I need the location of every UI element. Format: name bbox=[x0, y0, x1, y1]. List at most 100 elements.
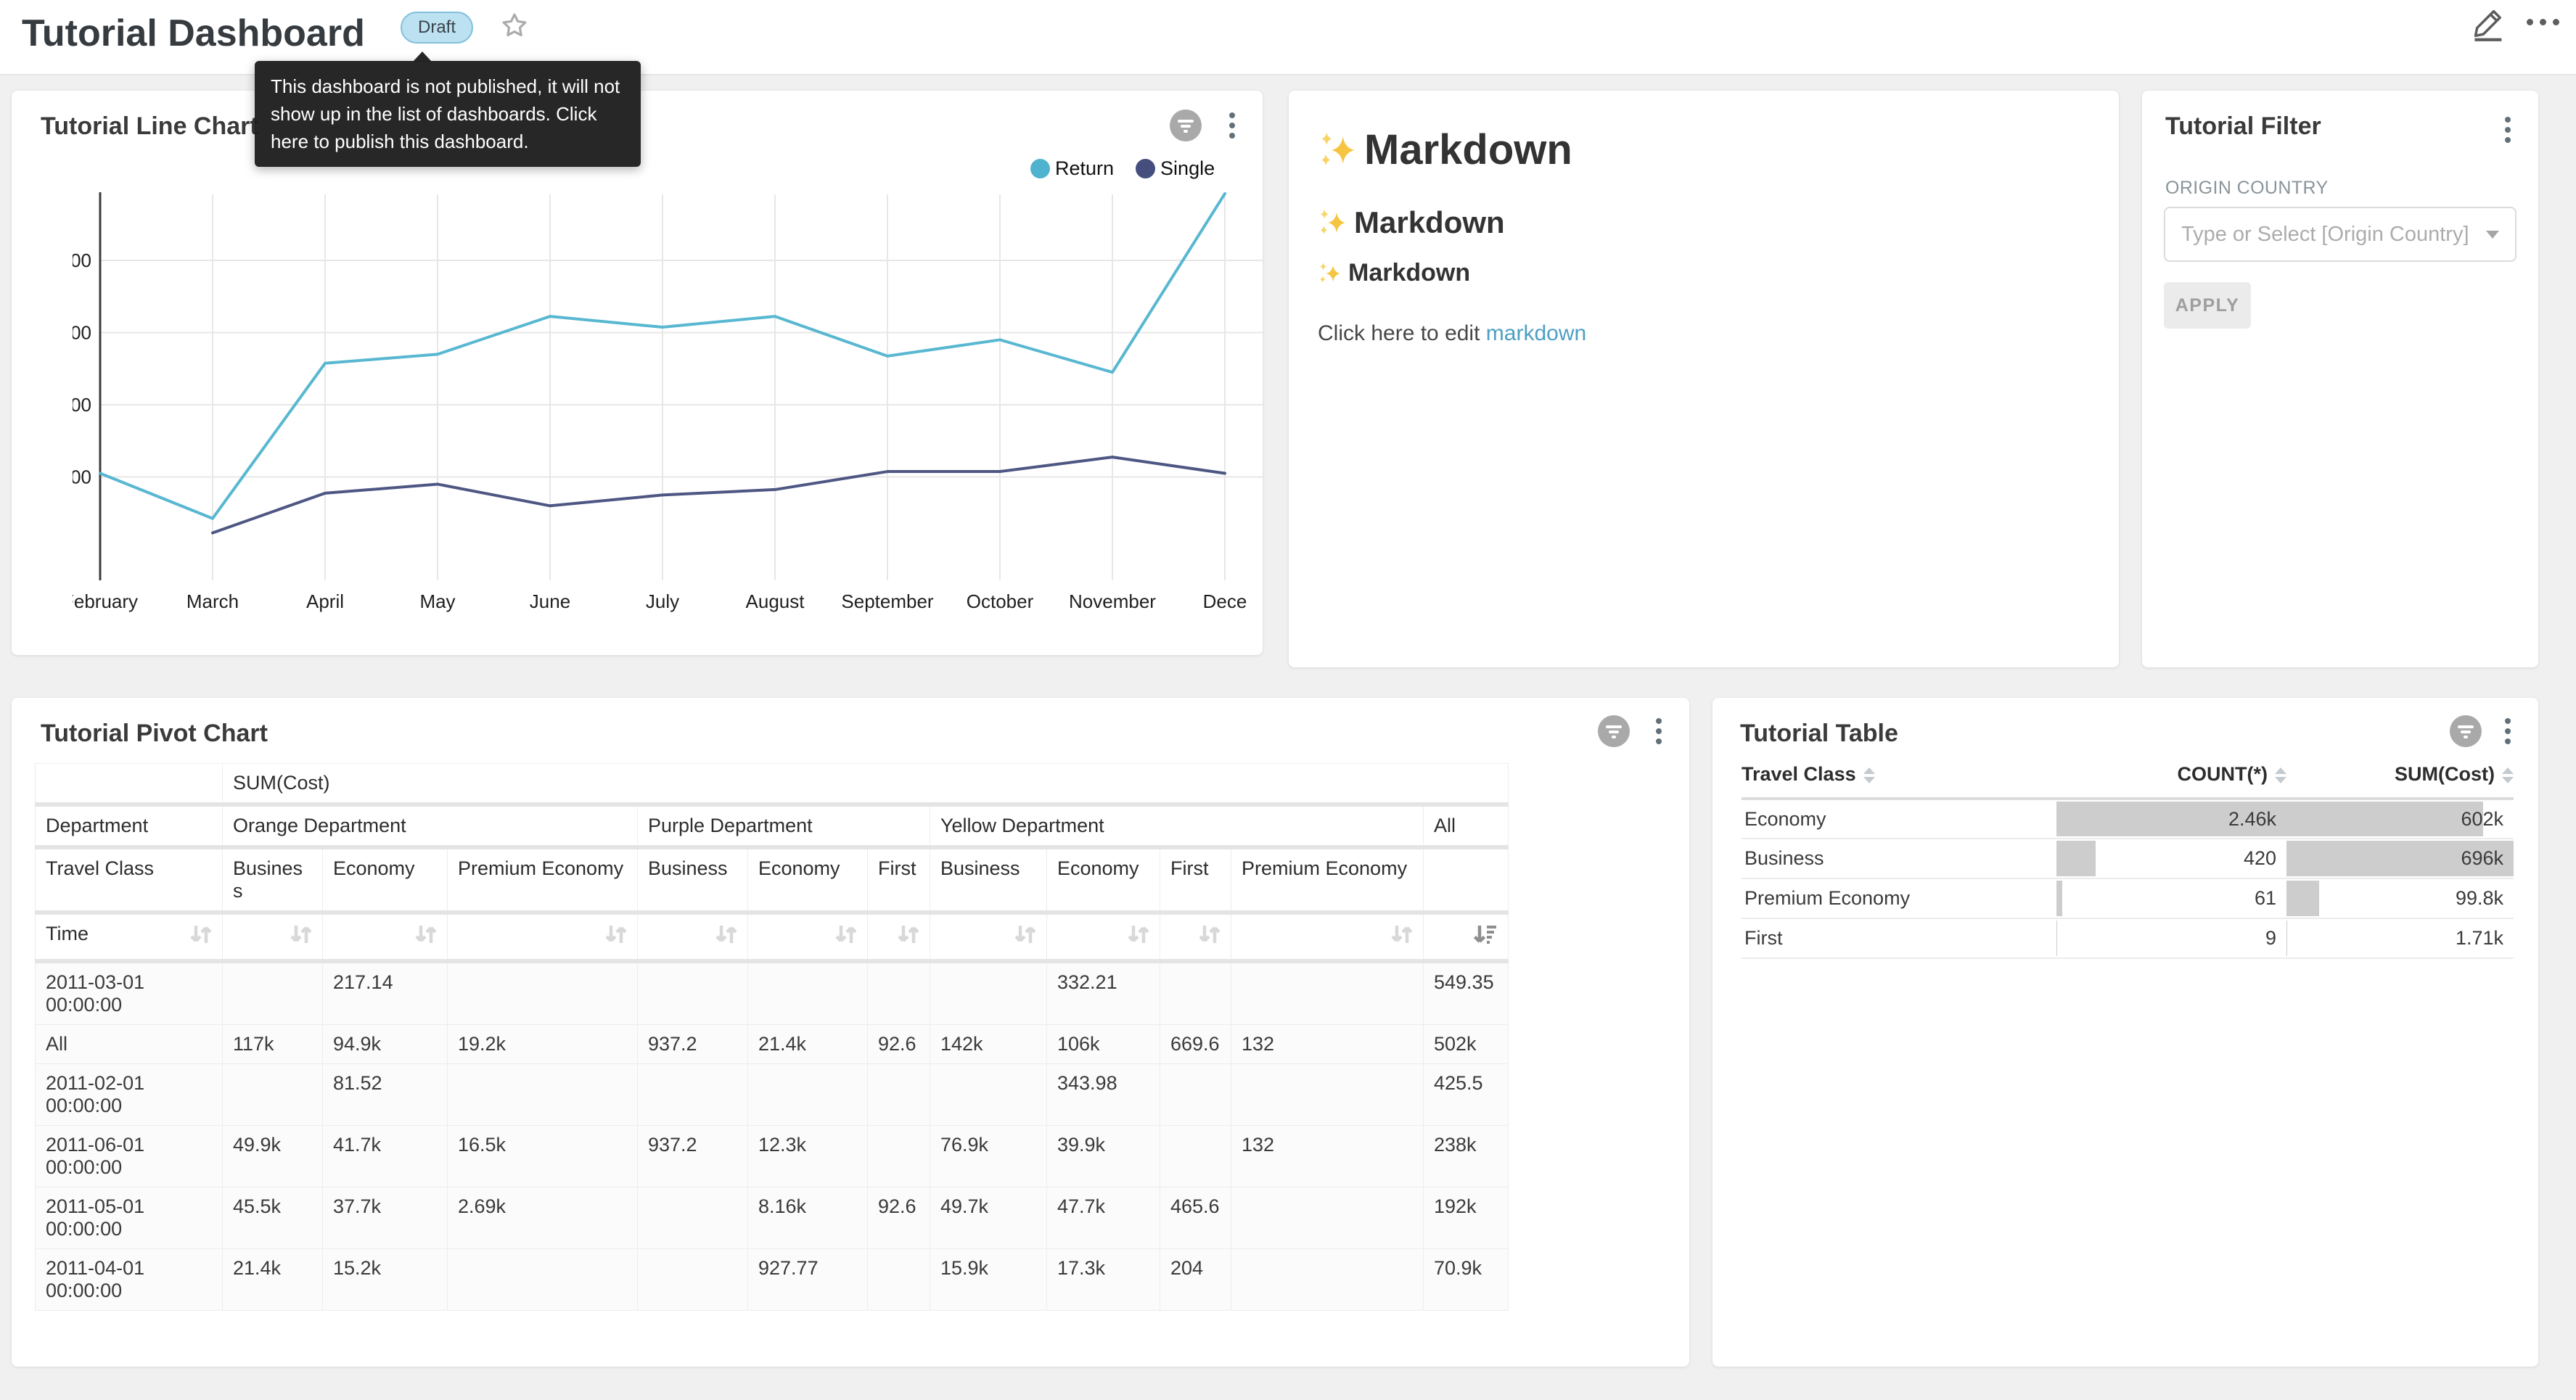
pivot-cell bbox=[1160, 1126, 1231, 1187]
pivot-sort-cell[interactable] bbox=[223, 913, 323, 961]
pivot-sort-cell[interactable] bbox=[638, 913, 748, 961]
pivot-cell bbox=[1231, 961, 1424, 1025]
markdown-heading-3: Markdown bbox=[1318, 259, 1470, 287]
edit-dashboard-icon[interactable] bbox=[2472, 6, 2506, 42]
kebab-menu-icon[interactable] bbox=[1653, 715, 1665, 747]
pivot-row-label: 2011-02-01 00:00:00 bbox=[36, 1064, 223, 1126]
pivot-cell bbox=[868, 1064, 930, 1126]
pivot-row-label: 2011-04-01 00:00:00 bbox=[36, 1249, 223, 1311]
pivot-sort-cell[interactable] bbox=[1424, 913, 1509, 961]
pivot-cell: 132 bbox=[1231, 1126, 1424, 1187]
pivot-sort-cell[interactable] bbox=[1047, 913, 1160, 961]
table-row[interactable]: First91.71k bbox=[1742, 918, 2514, 958]
pivot-sort-cell[interactable] bbox=[748, 913, 868, 961]
legend-item-return[interactable]: Return bbox=[1030, 157, 1114, 180]
pivot-row-label: All bbox=[36, 1025, 223, 1064]
pivot-row-label: 2011-06-01 00:00:00 bbox=[36, 1126, 223, 1187]
pivot-cell: 37.7k bbox=[323, 1187, 448, 1249]
pivot-cell: 132 bbox=[1231, 1025, 1424, 1064]
markdown-card: Markdown Markdown Markdown Click here to… bbox=[1289, 91, 2119, 667]
kebab-menu-icon[interactable] bbox=[1226, 110, 1238, 141]
pivot-cell: 425.5 bbox=[1424, 1064, 1509, 1126]
pivot-col-dim-label: Travel Class bbox=[36, 847, 223, 913]
cross-filter-icon[interactable] bbox=[1598, 715, 1630, 747]
origin-country-select[interactable]: Type or Select [Origin Country] bbox=[2164, 207, 2516, 262]
count-cell: 61 bbox=[2056, 878, 2286, 918]
pivot-cell: 92.6 bbox=[868, 1025, 930, 1064]
pivot-column-header: Business bbox=[930, 847, 1047, 913]
pivot-cell bbox=[868, 1249, 930, 1311]
pivot-row: 2011-03-01 00:00:00217.14332.21549.35 bbox=[36, 961, 1509, 1025]
pivot-group-header: Yellow Department bbox=[930, 804, 1424, 847]
markdown-heading-1: Markdown bbox=[1318, 125, 1572, 174]
pivot-column-header: First bbox=[1160, 847, 1231, 913]
pivot-cell bbox=[748, 1064, 868, 1126]
pivot-cell: 41.7k bbox=[323, 1126, 448, 1187]
pivot-cell: 19.2k bbox=[448, 1025, 638, 1064]
column-header[interactable]: SUM(Cost) bbox=[2286, 759, 2514, 799]
pivot-cell bbox=[1231, 1187, 1424, 1249]
pivot-column-header: Economy bbox=[1047, 847, 1160, 913]
pivot-cell: 92.6 bbox=[868, 1187, 930, 1249]
column-header[interactable]: COUNT(*) bbox=[2056, 759, 2286, 799]
favorite-star-icon[interactable] bbox=[501, 12, 528, 39]
kebab-menu-icon[interactable] bbox=[2502, 715, 2514, 747]
travel-class-cell: Economy bbox=[1742, 799, 2056, 839]
pivot-table: SUM(Cost)DepartmentOrange DepartmentPurp… bbox=[35, 763, 1509, 1311]
sparkles-icon bbox=[1318, 261, 1342, 286]
pivot-sort-cell[interactable] bbox=[323, 913, 448, 961]
cross-filter-icon[interactable] bbox=[2450, 715, 2482, 747]
pivot-chart-title: Tutorial Pivot Chart bbox=[41, 720, 268, 748]
markdown-edit-link[interactable]: markdown bbox=[1486, 321, 1586, 345]
x-axis-tick: June bbox=[530, 590, 570, 612]
pivot-sort-cell[interactable] bbox=[930, 913, 1047, 961]
pivot-time-header[interactable]: Time bbox=[36, 913, 223, 961]
apply-button[interactable]: APPLY bbox=[2164, 282, 2251, 329]
y-axis-tick: 800 bbox=[73, 250, 91, 271]
return-series-dot bbox=[1030, 159, 1050, 178]
pivot-cell bbox=[1160, 1064, 1231, 1126]
pivot-column-header: Business bbox=[223, 847, 323, 913]
draft-status-badge[interactable]: Draft bbox=[401, 12, 473, 44]
pivot-sort-cell[interactable] bbox=[448, 913, 638, 961]
pivot-sort-cell[interactable] bbox=[868, 913, 930, 961]
pivot-row-dim-label: Department bbox=[36, 804, 223, 847]
table-row[interactable]: Premium Economy6199.8k bbox=[1742, 878, 2514, 918]
pivot-cell: 15.2k bbox=[323, 1249, 448, 1311]
x-axis-tick: February bbox=[73, 590, 138, 612]
pivot-sort-cell[interactable] bbox=[1231, 913, 1424, 961]
pivot-cell: 549.35 bbox=[1424, 961, 1509, 1025]
pivot-cell bbox=[1160, 961, 1231, 1025]
pivot-cell: 81.52 bbox=[323, 1064, 448, 1126]
pivot-cell: 465.6 bbox=[1160, 1187, 1231, 1249]
x-axis-tick: July bbox=[646, 590, 679, 612]
pivot-cell: 15.9k bbox=[930, 1249, 1047, 1311]
cross-filter-icon[interactable] bbox=[1170, 110, 1202, 141]
line-chart-card: Tutorial Line Chart Return Single 200400… bbox=[12, 91, 1263, 655]
pivot-cell bbox=[930, 961, 1047, 1025]
x-axis-tick: April bbox=[306, 590, 344, 612]
pivot-row: 2011-06-01 00:00:0049.9k41.7k16.5k937.21… bbox=[36, 1126, 1509, 1187]
table-row[interactable]: Business420696k bbox=[1742, 839, 2514, 878]
pivot-cell bbox=[223, 961, 323, 1025]
filter-card-title: Tutorial Filter bbox=[2165, 112, 2321, 141]
single-series-dot bbox=[1136, 159, 1155, 178]
pivot-sort-cell[interactable] bbox=[1160, 913, 1231, 961]
publish-tooltip: This dashboard is not published, it will… bbox=[255, 61, 641, 167]
y-axis-tick: 600 bbox=[73, 322, 91, 344]
more-options-icon[interactable] bbox=[2527, 19, 2559, 25]
sort-icon bbox=[715, 923, 737, 946]
legend-item-single[interactable]: Single bbox=[1136, 157, 1215, 180]
chart-legend: Return Single bbox=[1030, 157, 1215, 180]
sort-desc-icon bbox=[1473, 923, 1498, 946]
kebab-menu-icon[interactable] bbox=[2502, 114, 2514, 146]
pivot-group-header: Orange Department bbox=[223, 804, 638, 847]
pivot-column-header: Economy bbox=[748, 847, 868, 913]
pivot-cell: 937.2 bbox=[638, 1025, 748, 1064]
pivot-corner-cell bbox=[36, 764, 223, 805]
table-row[interactable]: Economy2.46k602k bbox=[1742, 799, 2514, 839]
column-header[interactable]: Travel Class bbox=[1742, 759, 2056, 799]
sort-icon bbox=[1199, 923, 1221, 946]
pivot-row: 2011-02-01 00:00:0081.52343.98425.5 bbox=[36, 1064, 1509, 1126]
pivot-cell: 217.14 bbox=[323, 961, 448, 1025]
